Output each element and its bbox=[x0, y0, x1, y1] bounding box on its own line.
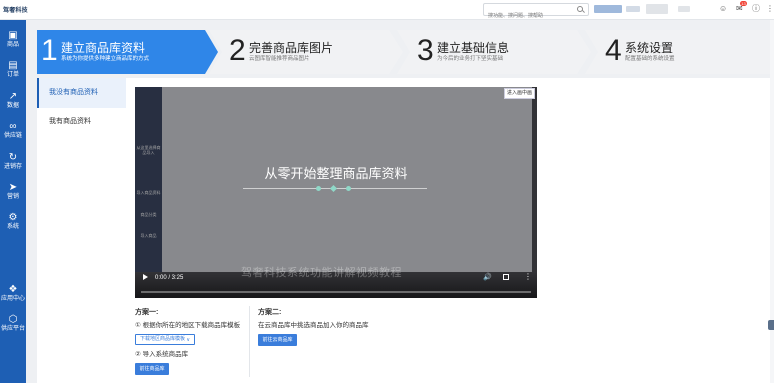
step-1[interactable]: 1 建立商品库资料 系统为你提供多种建立商品库的方式 bbox=[37, 30, 219, 74]
gear-icon: ⚙ bbox=[8, 212, 18, 223]
sidebar-item-supply-chain[interactable]: ∞ 供应链 bbox=[0, 121, 26, 140]
step-subtitle: 为今后的业务打下坚实基础 bbox=[437, 56, 504, 62]
option-have-goods-data[interactable]: 我有商品资料 bbox=[37, 107, 126, 137]
option-panel: 我没有商品资料 我有商品资料 bbox=[37, 78, 126, 383]
video-time: 0:00 / 3:25 bbox=[155, 275, 184, 281]
download-template-select[interactable]: 下载地区商品库模板 ∨ bbox=[135, 334, 195, 345]
tag-icon: ➤ bbox=[8, 182, 18, 193]
sidebar-item-label: 营销 bbox=[6, 194, 19, 200]
step-subtitle: 配置基础的系统设置 bbox=[625, 56, 675, 62]
sidebar-item-label: 供应平台 bbox=[0, 326, 25, 332]
step-number: 3 bbox=[417, 34, 434, 67]
link-icon: ∞ bbox=[9, 121, 17, 132]
sidebar-item-system[interactable]: ⚙ 系统 bbox=[0, 212, 26, 231]
step-subtitle: 云图库智能推荐商品图片 bbox=[249, 56, 310, 62]
dot bbox=[316, 186, 321, 191]
sidebar-item-goods[interactable]: ▣ 商品 bbox=[0, 30, 26, 49]
service-icon[interactable]: ☺ bbox=[719, 4, 727, 14]
sidebar-item-marketing[interactable]: ➤ 营销 bbox=[0, 182, 26, 201]
user-role-blurred bbox=[678, 6, 690, 12]
plan-a-title: 方案一: bbox=[135, 309, 159, 316]
search-input[interactable] bbox=[484, 10, 572, 22]
step-number: 2 bbox=[229, 34, 246, 67]
sidebar-item-supply-platform[interactable]: ⬡ 供应平台 bbox=[0, 314, 26, 333]
top-bar: 驾奢科技 ☺ ✉ 13 ⓘ ⋮ bbox=[0, 0, 774, 22]
plan-a-step2: ② 导入系统商品库 bbox=[135, 351, 189, 358]
step-number: 1 bbox=[41, 34, 58, 67]
clipboard-icon: ▤ bbox=[8, 60, 18, 71]
trend-icon: ↗ bbox=[8, 91, 18, 102]
plan-divider bbox=[249, 306, 250, 377]
setup-steps: 1 建立商品库资料 系统为你提供多种建立商品库的方式 2 完善商品库图片 云图库… bbox=[37, 30, 770, 74]
step-3[interactable]: 3 建立基础信息 为今后的业务打下坚实基础 bbox=[397, 30, 592, 74]
video-progress-bar[interactable] bbox=[141, 291, 531, 293]
sidebar-item-label: 商品 bbox=[6, 42, 19, 48]
sidebar-item-label: 应用中心 bbox=[0, 296, 25, 302]
go-cloud-library-button[interactable]: 前往云商品库 bbox=[258, 334, 297, 346]
option-no-goods-data[interactable]: 我没有商品资料 bbox=[37, 78, 126, 108]
user-name-blurred[interactable] bbox=[646, 4, 668, 14]
dot bbox=[329, 184, 338, 193]
help-icon[interactable]: ⓘ bbox=[752, 4, 760, 14]
sidebar-item-inventory[interactable]: ↻ 进销存 bbox=[0, 152, 26, 171]
step-title: 完善商品库图片 bbox=[249, 41, 334, 55]
video-more-icon[interactable]: ⋮ bbox=[524, 273, 532, 281]
plan-a-step1: ① 根据你所在的地区下载商品库模板 bbox=[135, 322, 241, 329]
caption-dots bbox=[316, 184, 356, 193]
hexagon-icon: ⬡ bbox=[8, 314, 18, 325]
sidebar-item-label: 系统 bbox=[6, 224, 19, 230]
sidebar: ▣ 商品 ▤ 订单 ↗ 数据 ∞ 供应链 ↻ 进销存 ➤ 营销 ⚙ 系统 ❖ 应… bbox=[0, 20, 26, 383]
search-box[interactable] bbox=[483, 3, 589, 22]
sidebar-item-orders[interactable]: ▤ 订单 bbox=[0, 60, 26, 79]
step-title: 建立商品库资料 bbox=[61, 41, 146, 55]
download-template-label: 下载地区商品库模板 bbox=[140, 336, 186, 342]
volume-icon[interactable]: 🔊 bbox=[483, 274, 492, 282]
step-title: 建立基础信息 bbox=[437, 41, 510, 55]
sidebar-item-data[interactable]: ↗ 数据 bbox=[0, 91, 26, 110]
chevron-down-icon: ∨ bbox=[186, 337, 190, 343]
plan-b-desc: 在云商品库中挑选商品加入你的商品库 bbox=[258, 322, 369, 329]
more-icon[interactable]: ⋮ bbox=[766, 4, 774, 14]
plan-b-title: 方案二: bbox=[258, 309, 282, 316]
store-name-blurred[interactable] bbox=[594, 5, 622, 13]
package-icon: ▣ bbox=[8, 30, 18, 41]
fullscreen-icon[interactable] bbox=[503, 274, 509, 280]
step-subtitle: 系统为你提供多种建立商品库的方式 bbox=[61, 56, 150, 62]
sidebar-item-label: 进销存 bbox=[3, 164, 22, 170]
search-icon[interactable] bbox=[577, 6, 583, 12]
step-4[interactable]: 4 系统设置 配置基础的系统设置 bbox=[585, 30, 770, 74]
video-controls bbox=[135, 272, 537, 298]
step-2[interactable]: 2 完善商品库图片 云图库智能推荐商品图片 bbox=[209, 30, 404, 74]
step-title: 系统设置 bbox=[625, 41, 674, 55]
notification-badge: 13 bbox=[740, 1, 747, 6]
apps-icon: ❖ bbox=[8, 284, 18, 295]
sidebar-item-label: 订单 bbox=[6, 72, 19, 78]
refresh-icon: ↻ bbox=[8, 152, 18, 163]
floating-help-tab[interactable] bbox=[768, 320, 774, 330]
store-tag-blurred bbox=[626, 6, 640, 12]
dot bbox=[346, 186, 351, 191]
sidebar-item-label: 数据 bbox=[6, 103, 19, 109]
video-caption: 从零开始整理商品库资料 bbox=[264, 166, 408, 181]
picture-in-picture-button[interactable]: 进入画中画 bbox=[504, 88, 535, 99]
tutorial-video[interactable]: 从这里选择商品导入 导入商品资料 商品分类 导入商品 从零开始整理商品库资料 驾… bbox=[135, 87, 537, 298]
play-icon[interactable] bbox=[143, 274, 148, 280]
step-number: 4 bbox=[605, 34, 622, 67]
go-goods-library-button[interactable]: 前往商品库 bbox=[135, 363, 169, 375]
app-logo: 驾奢科技 bbox=[3, 8, 28, 14]
sidebar-item-label: 供应链 bbox=[3, 133, 22, 139]
sidebar-item-app-center[interactable]: ❖ 应用中心 bbox=[0, 284, 26, 303]
